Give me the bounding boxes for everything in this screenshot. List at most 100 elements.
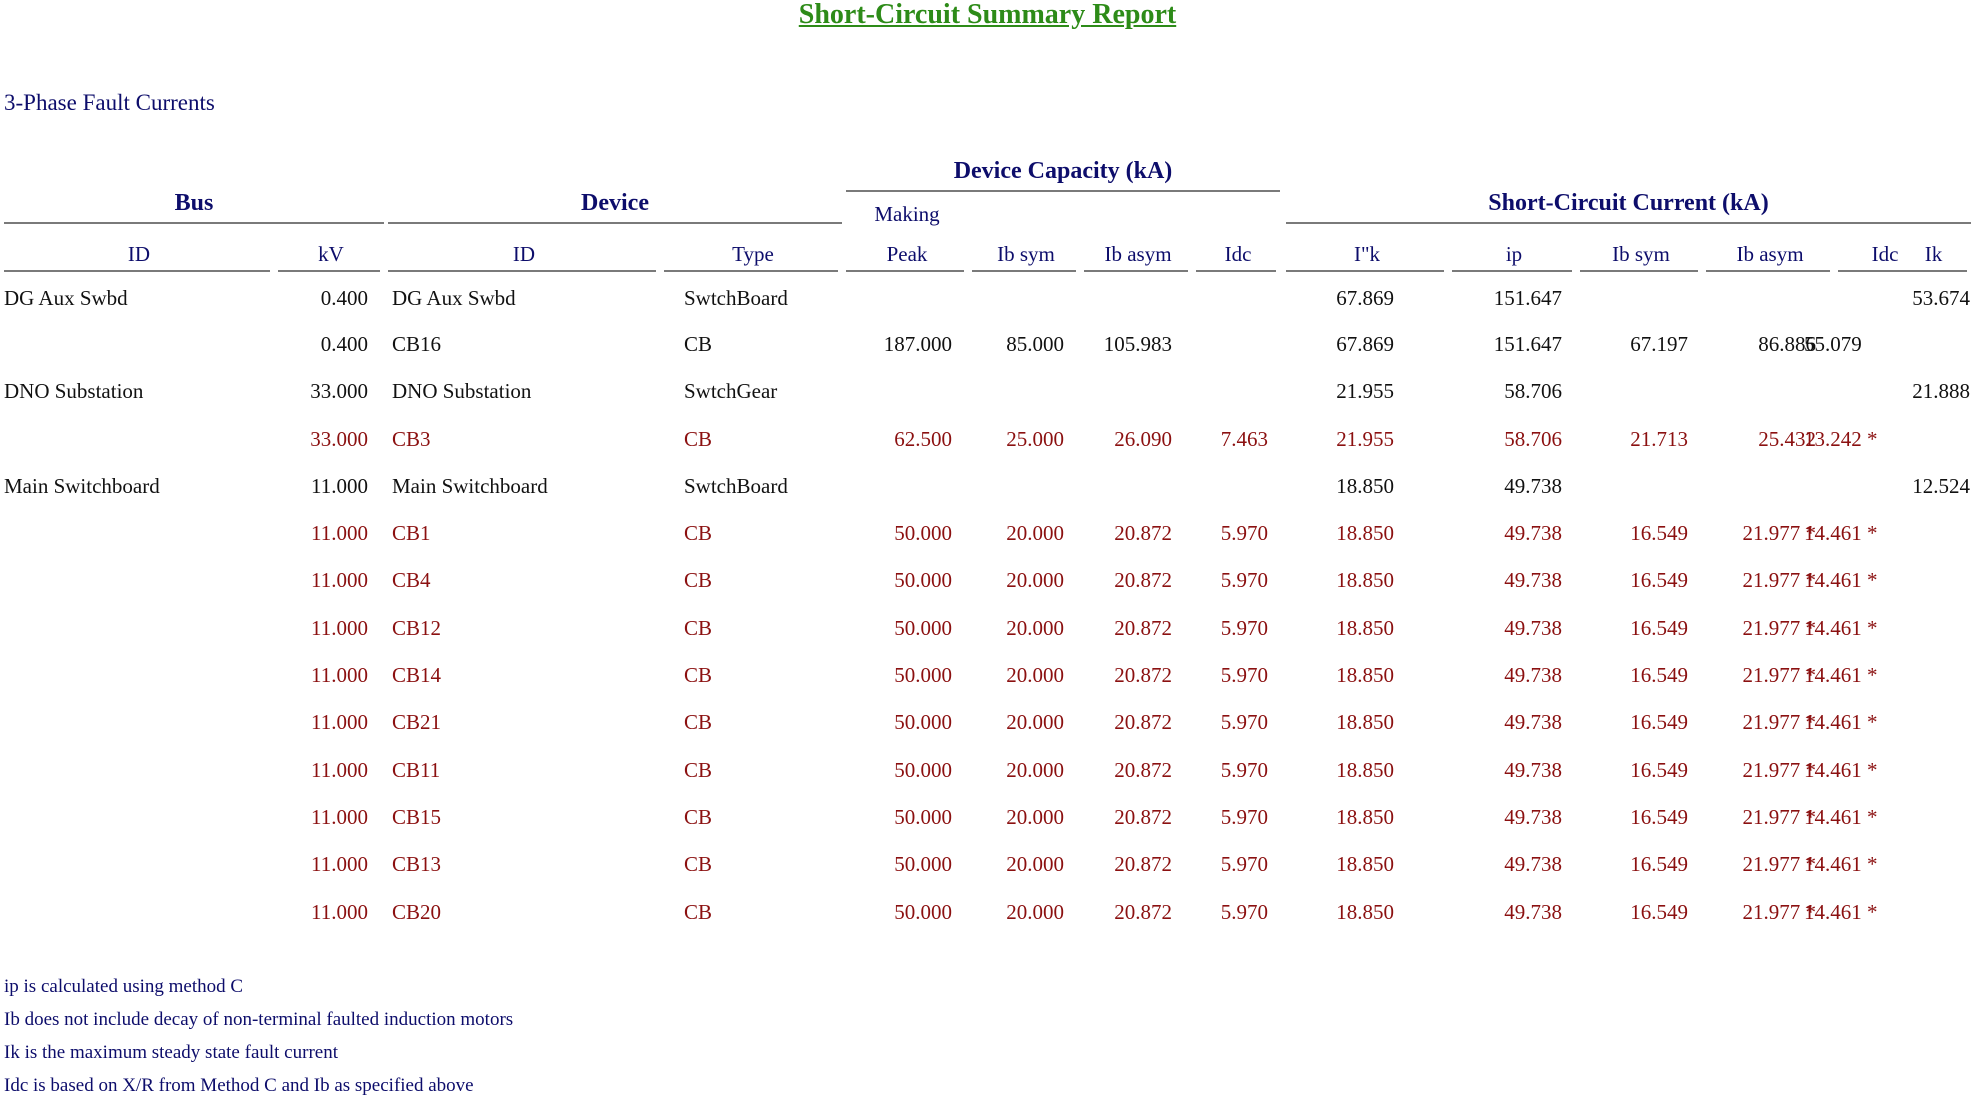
- cell-sc-idc: 14.461 *: [1804, 710, 1878, 734]
- cell-cap-peak: 50.000: [894, 616, 952, 640]
- cell-sc-ip: 49.738: [1504, 805, 1562, 829]
- cell-device-id: CB4: [392, 568, 431, 592]
- cell-sc-idc: 14.461 *: [1804, 616, 1878, 640]
- cell-sc-ip: 58.706: [1504, 379, 1562, 403]
- cell-device-id: Main Switchboard: [392, 474, 548, 498]
- cell-cap-ib-asym: 20.872: [1114, 616, 1172, 640]
- column-header-sc-ip: ip: [1505, 242, 1523, 266]
- cell-device-type: CB: [684, 568, 713, 592]
- cell-sc-ik-initial: 18.850: [1336, 521, 1394, 545]
- cell-sc-ib-sym: 16.549: [1630, 663, 1688, 687]
- cell-device-id: CB21: [392, 710, 442, 734]
- cell-sc-idc: 55.079: [1804, 332, 1862, 356]
- note-ik-steady-state: Ik is the maximum steady state fault cur…: [4, 1042, 338, 1063]
- cell-cap-ib-sym: 20.000: [1006, 616, 1064, 640]
- cell-sc-ik-initial: 18.850: [1336, 805, 1394, 829]
- cell-device-id: CB3: [392, 427, 431, 451]
- cell-sc-ik-initial: 18.850: [1336, 663, 1394, 687]
- cell-device-type: CB: [684, 332, 713, 356]
- column-rule-cap-idc: [1196, 270, 1276, 272]
- cell-cap-idc: 5.970: [1220, 758, 1268, 782]
- cell-device-type: SwtchGear: [684, 379, 778, 403]
- cell-cap-ib-sym: 20.000: [1006, 710, 1064, 734]
- cell-cap-ib-asym: 20.872: [1114, 521, 1172, 545]
- column-rule-cap-ib-asym: [1084, 270, 1188, 272]
- cell-cap-ib-asym: 26.090: [1114, 427, 1172, 451]
- header-device: Device: [581, 190, 649, 216]
- cell-sc-idc: 14.461 *: [1804, 663, 1878, 687]
- cell-sc-ip: 49.738: [1504, 758, 1562, 782]
- column-header-sc-ib-sym: Ib sym: [1612, 242, 1670, 266]
- column-header-sc-ib-asym: Ib asym: [1736, 242, 1804, 266]
- cell-bus-kv: 11.000: [311, 521, 368, 545]
- column-rule-sc-ik: [1896, 270, 1967, 272]
- cell-sc-idc: 14.461 *: [1804, 758, 1878, 782]
- cell-bus-kv: 11.000: [311, 710, 368, 734]
- column-rule-device-type: [664, 270, 838, 272]
- cell-sc-ik-initial: 21.955: [1336, 379, 1394, 403]
- cell-sc-ik-initial: 18.850: [1336, 568, 1394, 592]
- cell-device-id: CB13: [392, 852, 442, 876]
- cell-device-id: CB20: [392, 900, 442, 924]
- column-header-sc-ik: Ik: [1924, 242, 1943, 266]
- note-ip-method: ip is calculated using method C: [4, 976, 244, 997]
- column-rule-device-id: [388, 270, 656, 272]
- cell-sc-idc: 14.461 *: [1804, 900, 1878, 924]
- cell-bus-kv: 11.000: [311, 805, 368, 829]
- cell-device-type: CB: [684, 616, 713, 640]
- cell-cap-ib-sym: 20.000: [1006, 758, 1064, 782]
- cell-cap-ib-sym: 20.000: [1006, 663, 1064, 687]
- cell-sc-idc: 14.461 *: [1804, 568, 1878, 592]
- note-idc-basis: Idc is based on X/R from Method C and Ib…: [4, 1075, 474, 1096]
- cell-cap-peak: 50.000: [894, 710, 952, 734]
- section-title: 3-Phase Fault Currents: [4, 90, 215, 115]
- cell-cap-peak: 50.000: [894, 521, 952, 545]
- cell-sc-ik-initial: 18.850: [1336, 710, 1394, 734]
- cell-cap-ib-sym: 25.000: [1006, 427, 1064, 451]
- cell-sc-ib-asym: 21.977 *: [1742, 852, 1817, 876]
- cell-device-type: CB: [684, 521, 713, 545]
- cell-sc-ik-initial: 18.850: [1336, 616, 1394, 640]
- cell-device-id: CB14: [392, 663, 442, 687]
- cell-bus-kv: 11.000: [311, 474, 368, 498]
- column-rule-sc-ib-sym: [1580, 270, 1698, 272]
- cell-sc-ip: 49.738: [1504, 900, 1562, 924]
- cell-bus-kv: 11.000: [311, 663, 368, 687]
- cell-device-type: CB: [684, 427, 713, 451]
- cell-sc-ib-asym: 21.977 *: [1742, 710, 1817, 734]
- cell-cap-idc: 7.463: [1220, 427, 1268, 451]
- cell-sc-idc: 14.461 *: [1804, 521, 1878, 545]
- cell-device-id: CB1: [392, 521, 431, 545]
- cell-cap-idc: 5.970: [1220, 521, 1268, 545]
- cell-cap-ib-sym: 20.000: [1006, 805, 1064, 829]
- cell-cap-ib-sym: 20.000: [1006, 852, 1064, 876]
- cell-cap-idc: 5.970: [1220, 616, 1268, 640]
- column-rule-cap-peak: [846, 270, 964, 272]
- cell-bus-kv: 11.000: [311, 758, 368, 782]
- cell-cap-peak: 50.000: [894, 568, 952, 592]
- cell-sc-ib-asym: 21.977 *: [1742, 758, 1817, 782]
- cell-cap-peak: 50.000: [894, 663, 952, 687]
- cell-sc-idc: 14.461 *: [1804, 805, 1878, 829]
- cell-sc-ik-initial: 18.850: [1336, 852, 1394, 876]
- cell-sc-ik-initial: 67.869: [1336, 332, 1394, 356]
- report-title: Short-Circuit Summary Report: [798, 0, 1177, 30]
- cell-sc-ip: 49.738: [1504, 568, 1562, 592]
- cell-bus-id: Main Switchboard: [4, 474, 160, 498]
- rule-device: [388, 222, 842, 224]
- cell-bus-kv: 0.400: [320, 332, 368, 356]
- cell-cap-ib-sym: 20.000: [1006, 521, 1064, 545]
- cell-cap-ib-sym: 85.000: [1006, 332, 1064, 356]
- cell-cap-ib-asym: 20.872: [1114, 900, 1172, 924]
- cell-device-type: SwtchBoard: [684, 474, 788, 498]
- cell-sc-idc: 14.461 *: [1804, 852, 1878, 876]
- cell-sc-ib-asym: 25.432: [1758, 427, 1816, 451]
- cell-sc-ip: 58.706: [1504, 427, 1562, 451]
- cell-cap-idc: 5.970: [1220, 900, 1268, 924]
- header-device-capacity: Device Capacity (kA): [953, 158, 1173, 184]
- cell-sc-ib-sym: 16.549: [1630, 758, 1688, 782]
- cell-sc-ik: 12.524: [1912, 474, 1970, 498]
- cell-cap-idc: 5.970: [1220, 568, 1268, 592]
- column-header-cap-idc: Idc: [1224, 242, 1252, 266]
- rule-device-capacity: [846, 190, 1280, 192]
